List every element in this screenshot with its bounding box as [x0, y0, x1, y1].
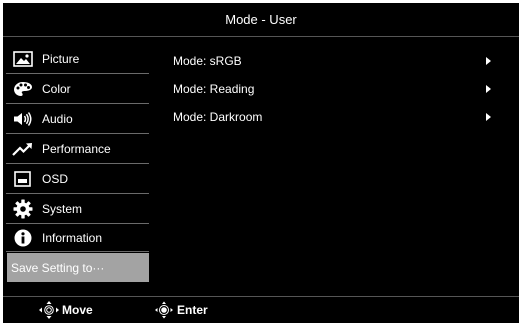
mode-item-label: Mode: Darkroom	[173, 110, 263, 124]
enter-hint: Enter	[153, 300, 208, 320]
enter-label: Enter	[177, 303, 208, 317]
gear-icon	[11, 197, 35, 221]
sidebar-item-label: Audio	[42, 112, 73, 126]
mode-item-darkroom[interactable]: Mode: Darkroom	[173, 103, 491, 131]
palette-icon	[11, 77, 35, 101]
move-hint: Move	[38, 300, 93, 320]
trend-arrow-icon	[11, 137, 35, 161]
sidebar-item-color[interactable]: Color	[6, 75, 149, 103]
save-setting-button[interactable]: Save Setting to···	[7, 253, 149, 282]
osd-window-icon	[11, 167, 35, 191]
info-icon	[11, 226, 35, 250]
sidebar-item-label: Color	[42, 82, 71, 96]
menu-title: Mode - User	[3, 3, 519, 37]
divider	[6, 251, 149, 252]
divider	[6, 73, 149, 74]
divider	[6, 133, 149, 134]
mode-item-label: Mode: Reading	[173, 82, 255, 96]
divider	[6, 103, 149, 104]
mode-item-reading[interactable]: Mode: Reading	[173, 75, 491, 103]
picture-icon	[11, 47, 35, 71]
footer: Move Enter	[3, 296, 519, 323]
sidebar-item-label: OSD	[42, 172, 69, 186]
sidebar-item-osd[interactable]: OSD	[6, 165, 149, 193]
joystick-enter-icon	[153, 300, 175, 320]
sidebar-item-label: System	[42, 202, 83, 216]
sidebar-item-information[interactable]: Information	[6, 224, 149, 252]
mode-item-srgb[interactable]: Mode: sRGB	[173, 47, 491, 75]
sidebar-item-label: Picture	[42, 52, 80, 66]
sidebar-item-system[interactable]: System	[6, 195, 149, 223]
divider	[3, 296, 519, 297]
sidebar-item-picture[interactable]: Picture	[6, 45, 149, 73]
mode-item-label: Mode: sRGB	[173, 54, 242, 68]
chevron-right-icon	[486, 85, 491, 93]
move-label: Move	[62, 303, 93, 317]
divider	[6, 163, 149, 164]
chevron-right-icon	[486, 113, 491, 121]
osd-menu: Mode - User Picture Color Audio Performa…	[3, 3, 519, 323]
joystick-move-icon	[38, 300, 60, 320]
divider	[6, 193, 149, 194]
sidebar-item-audio[interactable]: Audio	[6, 105, 149, 133]
chevron-right-icon	[486, 57, 491, 65]
sidebar-item-label: Performance	[42, 142, 111, 156]
sidebar-item-label: Information	[42, 231, 103, 245]
speaker-icon	[11, 107, 35, 131]
sidebar-item-performance[interactable]: Performance	[6, 135, 149, 163]
